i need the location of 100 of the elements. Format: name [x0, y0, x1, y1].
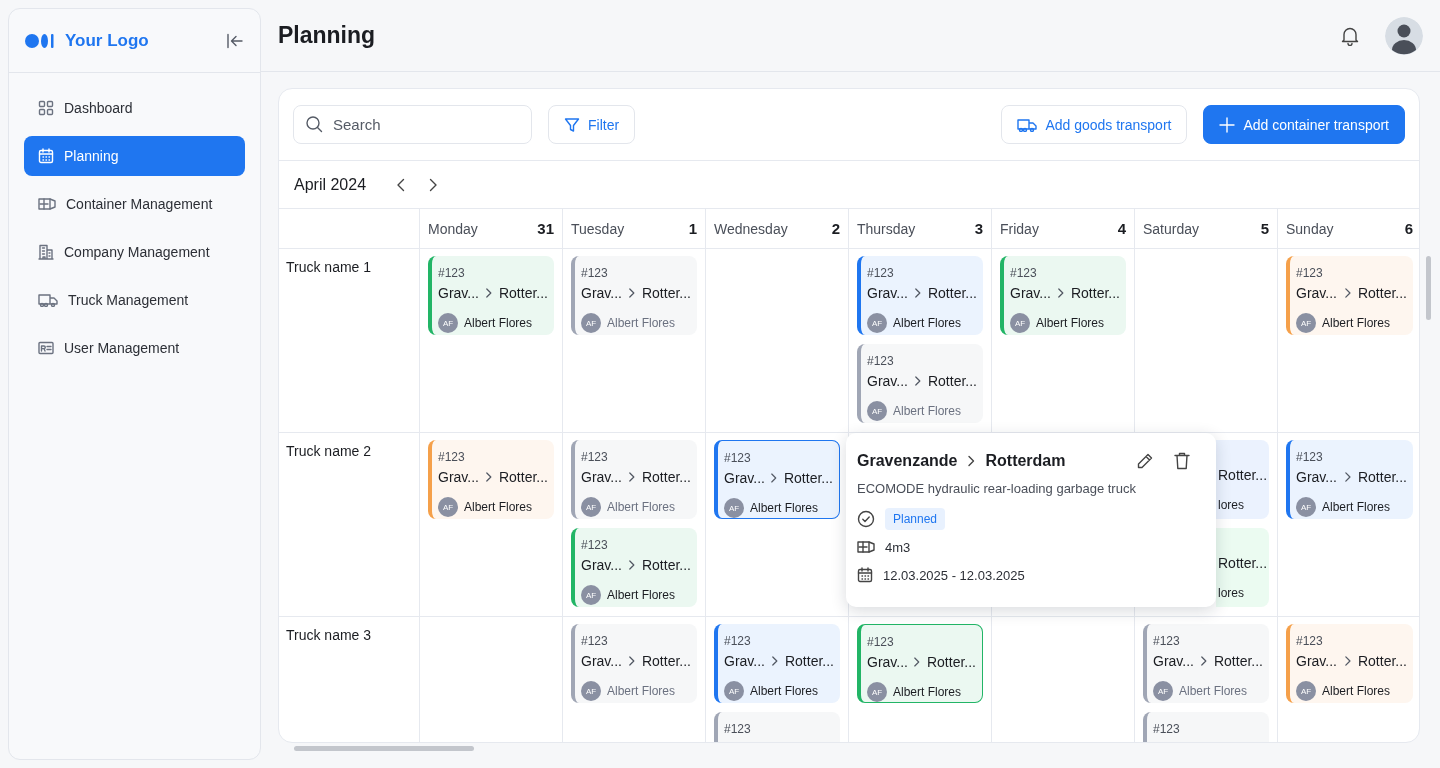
driver-avatar: AF: [438, 497, 458, 517]
chevron-right-icon: [627, 655, 635, 667]
volume-text: 4m3: [885, 539, 911, 555]
driver-name: Albert Flores: [1322, 500, 1391, 514]
chevron-right-icon: [912, 656, 920, 668]
origin-text: Grav...: [1296, 653, 1338, 669]
driver-avatar: AF: [1010, 313, 1030, 333]
scrollbar[interactable]: [1426, 256, 1431, 320]
chevron-right-icon: [1343, 287, 1351, 299]
event-card[interactable]: #123 Grav... Rotter... AF Albert Flores: [857, 624, 983, 703]
event-card[interactable]: #123 Grav... Rotter... AF Albert Flores: [714, 624, 840, 703]
edit-icon[interactable]: [1136, 452, 1154, 470]
driver-name: Albert Flores: [1036, 316, 1105, 330]
day-number: 31: [537, 220, 554, 237]
event-card[interactable]: Rotter... lores: [1216, 528, 1269, 607]
event-number: #123: [438, 266, 465, 280]
event-number: #123: [1296, 634, 1323, 648]
check-circle-icon: [857, 510, 875, 528]
day-number: 6: [1404, 220, 1413, 237]
previous-month-icon[interactable]: [396, 177, 407, 192]
event-number: #123: [1010, 266, 1037, 280]
driver-name: lores: [1218, 498, 1244, 512]
sidebar-item[interactable]: Truck Management: [24, 280, 245, 320]
event-card[interactable]: #123 Grav... Rotter... AF Albert Flores: [428, 440, 554, 519]
origin-text: Grav...: [581, 653, 623, 669]
sidebar-item[interactable]: Container Management: [24, 184, 245, 224]
driver-avatar: AF: [438, 313, 458, 333]
driver-avatar: AF: [724, 498, 744, 518]
event-card[interactable]: #123 Grav... Rotter... AF Albert Flores: [571, 528, 697, 607]
event-card[interactable]: #123 Grav... Rotter... AF Albert Flores: [1286, 440, 1413, 519]
next-month-icon[interactable]: [428, 177, 439, 192]
status-badge: Planned: [885, 508, 946, 530]
origin-text: Grav...: [438, 285, 480, 301]
add-goods-transport-button[interactable]: Add goods transport: [1001, 105, 1188, 144]
event-card[interactable]: #123 Grav... Rotter... AF Albert Flores: [857, 344, 983, 423]
day-name: Monday: [428, 220, 478, 237]
event-card[interactable]: #123 Grav... Rotter... AF Albert Flores: [714, 440, 840, 519]
event-number: #123: [581, 538, 608, 552]
destination-text: Rotter...: [641, 469, 691, 485]
notification-bell-icon[interactable]: [1341, 25, 1359, 46]
destination-text: Rotterdam: [985, 452, 1066, 470]
add-container-transport-button[interactable]: Add container transport: [1203, 105, 1405, 144]
destination-text: Rotter...: [641, 557, 691, 573]
day-name: Sunday: [1286, 220, 1334, 237]
event-card[interactable]: #123 Grav... Rotter... AF Albert Flores: [571, 440, 697, 519]
logo-icon: [25, 32, 57, 49]
event-card[interactable]: #123: [1143, 712, 1269, 742]
filter-button[interactable]: Filter: [548, 105, 636, 144]
day-number: 1: [688, 220, 697, 237]
event-card[interactable]: #123 Grav... Rotter... AF Albert Flores: [571, 624, 697, 703]
event-card[interactable]: #123 Grav... Rotter... AF Albert Flores: [1143, 624, 1269, 703]
date-range-text: 12.03.2025 - 12.03.2025: [883, 567, 1025, 583]
delete-icon[interactable]: [1174, 452, 1190, 470]
sidebar-item[interactable]: Company Management: [24, 232, 245, 272]
truck-name: Truck name 1: [279, 249, 420, 433]
event-number: #123: [724, 451, 751, 465]
origin-text: Grav...: [724, 470, 766, 486]
event-card[interactable]: Rotter... lores: [1216, 440, 1269, 519]
search-field[interactable]: Search: [293, 105, 532, 144]
filter-icon: [564, 116, 580, 133]
driver-name: Albert Flores: [750, 501, 819, 515]
destination-text: Rotter...: [927, 373, 977, 389]
event-number: #123: [438, 450, 465, 464]
driver-avatar: AF: [581, 313, 601, 333]
event-card[interactable]: #123 Grav... Rotter... AF Albert Flores: [1286, 624, 1413, 703]
driver-name: Albert Flores: [893, 316, 962, 330]
event-card[interactable]: #123 Grav... Rotter... AF Albert Flores: [571, 256, 697, 335]
collapse-icon[interactable]: [226, 32, 244, 49]
driver-name: Albert Flores: [464, 500, 533, 514]
driver-avatar: AF: [867, 401, 887, 421]
chevron-right-icon: [627, 559, 635, 571]
driver-avatar: AF: [1153, 681, 1173, 701]
origin-text: Grav...: [581, 285, 623, 301]
event-card[interactable]: #123 Grav... Rotter... AF Albert Flores: [1000, 256, 1126, 335]
driver-name: Albert Flores: [893, 404, 962, 418]
event-number: #123: [867, 635, 894, 649]
event-number: #123: [1296, 450, 1323, 464]
destination-text: Rotter...: [498, 285, 548, 301]
event-number: #123: [1153, 634, 1180, 648]
sidebar-item[interactable]: User Management: [24, 328, 245, 368]
day-name: Thursday: [857, 220, 916, 237]
dashboard-icon: [38, 100, 54, 116]
sidebar-item[interactable]: Dashboard: [24, 88, 245, 128]
chevron-right-icon: [967, 455, 976, 467]
destination-text: Rotter...: [1357, 285, 1407, 301]
driver-avatar: AF: [867, 313, 887, 333]
avatar[interactable]: [1385, 16, 1423, 55]
event-number: #123: [581, 634, 608, 648]
chevron-right-icon: [1056, 287, 1064, 299]
destination-text: Rotter...: [498, 469, 548, 485]
chevron-right-icon: [913, 375, 921, 387]
building-icon: [38, 244, 54, 260]
event-card[interactable]: #123 Grav... Rotter... AF Albert Flores: [1286, 256, 1413, 335]
event-card[interactable]: #123: [714, 712, 840, 742]
scrollbar[interactable]: [294, 746, 474, 751]
event-card[interactable]: #123 Grav... Rotter... AF Albert Flores: [428, 256, 554, 335]
event-card[interactable]: #123 Grav... Rotter... AF Albert Flores: [857, 256, 983, 335]
chevron-right-icon: [1343, 471, 1351, 483]
day-name: Friday: [1000, 220, 1039, 237]
sidebar-item[interactable]: Planning: [24, 136, 245, 176]
